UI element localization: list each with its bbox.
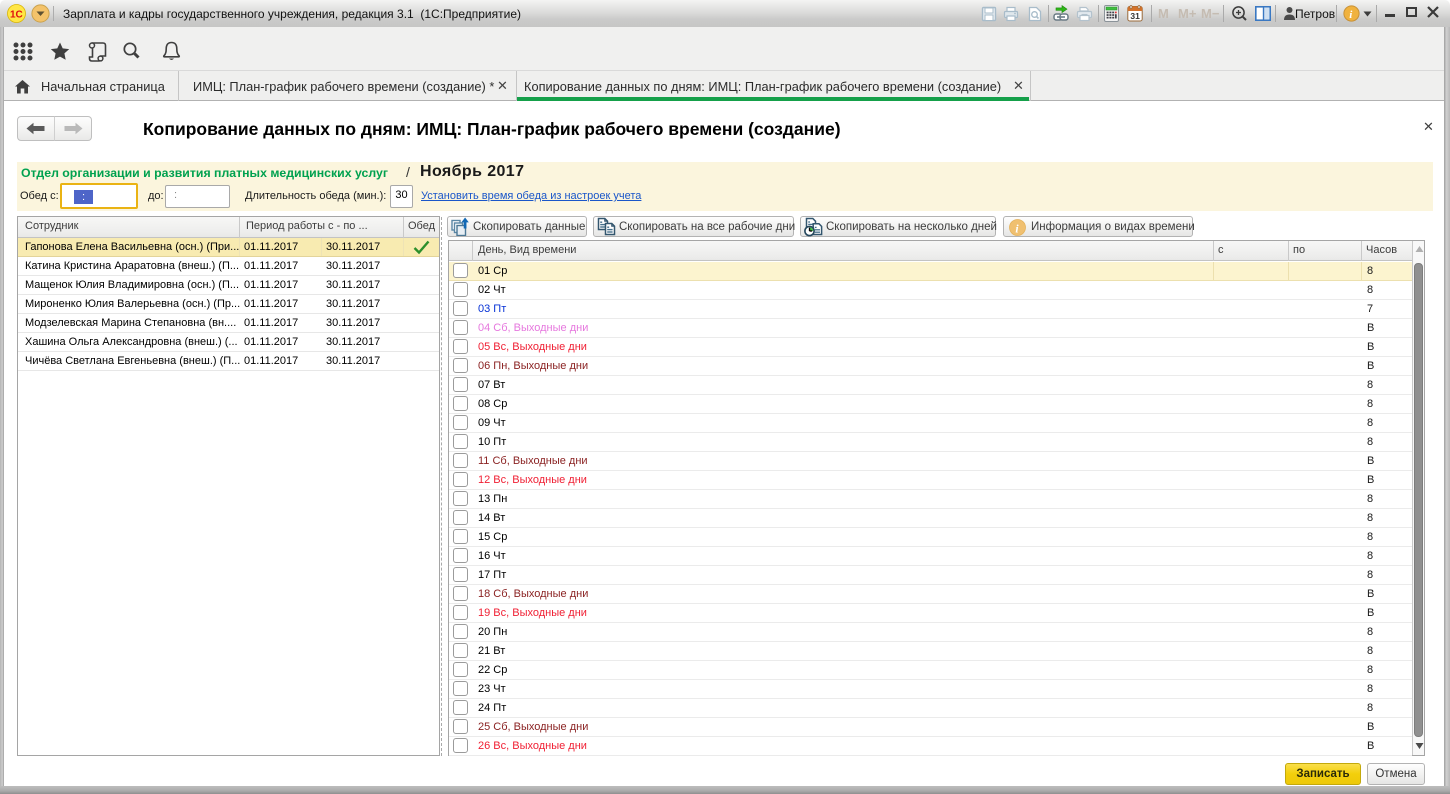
- svg-text:1С: 1С: [10, 10, 23, 21]
- svg-text:31: 31: [1130, 11, 1140, 21]
